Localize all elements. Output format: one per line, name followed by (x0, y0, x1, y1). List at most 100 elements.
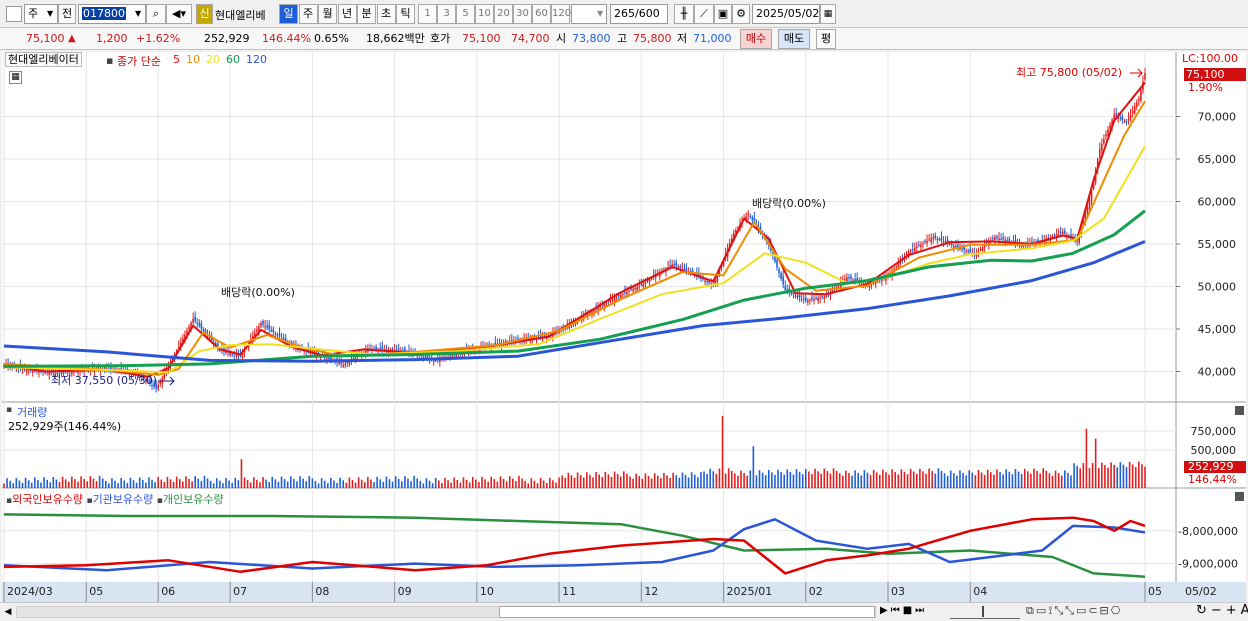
volume-bar (157, 477, 159, 488)
candle-body (375, 346, 377, 349)
volume-bar (758, 470, 761, 488)
buy-button[interactable]: 매수 (740, 29, 772, 49)
volume-bar (922, 471, 924, 488)
avg-button[interactable]: 평 (816, 29, 836, 49)
volume-bar (888, 474, 890, 488)
volume-bar (536, 483, 539, 488)
scroll-thumb[interactable] (499, 606, 875, 618)
volume-current-tag: 252,929 (1184, 461, 1246, 473)
candle-body (895, 266, 898, 268)
minute-option-10[interactable]: 10 (475, 4, 494, 24)
chart-tool-icons[interactable]: ⧉▭⟟⤡⤡▭⊂⊟⎔ (1026, 604, 1122, 618)
pane-close-icon[interactable] (1235, 406, 1244, 415)
candle-body (798, 295, 801, 298)
minute-option-1[interactable]: 1 (418, 4, 437, 24)
interval-tab-2[interactable]: 월 (318, 4, 337, 24)
volume-bar (1020, 474, 1023, 488)
volume-bar (1128, 461, 1131, 488)
period-type-select[interactable]: 주 ▼ (24, 4, 58, 24)
volume-bar (237, 480, 240, 488)
candle-body (1061, 232, 1064, 235)
minute-option-120[interactable]: 120 (551, 4, 571, 24)
candle-type-icon[interactable]: ╫ (674, 4, 694, 24)
save-icon[interactable]: ▣ (714, 4, 732, 24)
volume-bar (885, 472, 887, 488)
bid-value: 74,700 (511, 32, 550, 45)
volume-bar (635, 473, 637, 488)
window-menu-icon[interactable] (6, 6, 22, 22)
interval-tab-6[interactable]: 틱 (396, 4, 415, 24)
candle-body (609, 300, 612, 303)
volume-bar (820, 473, 823, 488)
minute-option-30[interactable]: 30 (513, 4, 532, 24)
search-icon[interactable]: ⌕ (146, 4, 166, 24)
ma-legend-60: 60 (226, 53, 240, 66)
pane-close-icon[interactable] (1235, 492, 1244, 501)
volume-bar (663, 472, 665, 488)
chart-title[interactable]: 현대엘리베이터 (5, 52, 82, 67)
volume-bar (243, 477, 246, 488)
volume-bar (151, 479, 153, 488)
volume-bar (67, 481, 70, 488)
volume-bar (410, 481, 412, 488)
minute-option-3[interactable]: 3 (437, 4, 456, 24)
minute-option-60[interactable]: 60 (532, 4, 551, 24)
sell-button[interactable]: 매도 (778, 29, 810, 49)
interval-tab-5[interactable]: 초 (376, 4, 396, 24)
speaker-icon[interactable]: ◀▾ (166, 4, 192, 24)
zoom-controls[interactable]: ↻−+A (1196, 603, 1248, 618)
ma-line-60 (3, 209, 1146, 368)
volume-bar (459, 482, 462, 488)
zoom-slider[interactable] (950, 605, 1020, 619)
volume-bar (478, 482, 480, 488)
interval-tab-4[interactable]: 분 (357, 4, 376, 24)
prev-button[interactable]: 전 (58, 4, 76, 24)
calendar-icon[interactable]: ▦ (820, 4, 836, 24)
volume-bar (262, 477, 264, 488)
candle-body (1086, 207, 1089, 214)
candle-body (48, 372, 51, 375)
scroll-track[interactable] (16, 606, 876, 618)
candle-body (344, 363, 347, 366)
volume-bar (956, 475, 958, 488)
draw-tool-icon[interactable]: ⟋ (694, 4, 714, 24)
volume-bar (317, 483, 320, 488)
volume-bar (323, 480, 326, 488)
candle-body (809, 299, 811, 301)
candle-body (1109, 124, 1111, 129)
date-input[interactable]: 2025/05/02 (752, 4, 820, 24)
volume-bar (1138, 461, 1140, 488)
chart-svg[interactable]: 2024/03 05 06 07 08 09 10 11 12 2025/01 02 03 04 05 05… (2, 52, 1246, 602)
count-input[interactable]: 265/600 (610, 4, 668, 24)
playback-controls[interactable]: ▶⏮■⏭ (880, 605, 927, 616)
x-tick-label: 03 (891, 585, 905, 598)
volume-bar (259, 482, 261, 488)
minute-option-5[interactable]: 5 (456, 4, 475, 24)
grid-table-icon[interactable]: ▦ (9, 71, 22, 84)
interval-tab-1[interactable]: 주 (298, 4, 318, 24)
x-tick-label: 09 (398, 585, 412, 598)
candle-body (648, 279, 651, 283)
volume-tick-label: 750,000 (1191, 425, 1237, 438)
candle-body (1053, 234, 1056, 236)
volume-bar (863, 470, 866, 488)
volume-bar (299, 476, 301, 488)
volume-bar (638, 476, 641, 488)
volume-bar (280, 476, 283, 488)
volume-bar (959, 470, 961, 488)
candle-body (266, 325, 268, 328)
minute-option-20[interactable]: 20 (494, 4, 513, 24)
volume-bar (715, 473, 718, 488)
new-badge[interactable]: 신 (196, 4, 213, 24)
indiv-legend: 개인보유수량 (162, 493, 224, 506)
scroll-left-icon[interactable]: ◀ (2, 606, 14, 618)
interval-tab-0[interactable]: 일 (279, 4, 298, 24)
volume-bar (564, 477, 567, 488)
gear-icon[interactable]: ⚙ (732, 4, 750, 24)
volume-bar (438, 480, 440, 488)
custom-interval-select[interactable]: ▼ (571, 4, 607, 24)
interval-tab-3[interactable]: 년 (337, 4, 357, 24)
volume-bar (777, 469, 779, 488)
stock-code-input[interactable]: 017800 ▼ (78, 4, 146, 24)
candle-body (1127, 118, 1130, 120)
